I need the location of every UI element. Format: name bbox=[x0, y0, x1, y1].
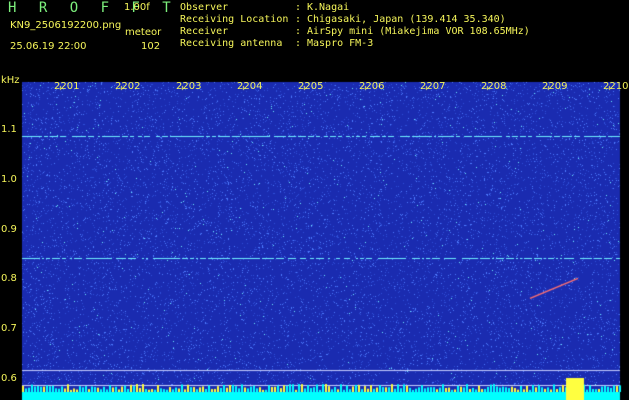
header-panel: H R O F F T 1.00f KN9_2506192200.png met… bbox=[0, 0, 629, 72]
info-row-receiver: Receiver: AirSpy mini (Miakejima VOR 108.… bbox=[180, 26, 530, 37]
mode-label: meteor bbox=[125, 27, 162, 38]
y-tick-label: 1.0 bbox=[1, 173, 17, 185]
y-tick-label: 1.1 bbox=[1, 124, 17, 135]
y-tick-label: 0.8 bbox=[1, 273, 17, 285]
x-tick-label: 2202 bbox=[115, 81, 141, 92]
datetime-label: 25.06.19 22:00 bbox=[10, 41, 87, 52]
x-tick-label: 2205 bbox=[298, 81, 324, 92]
y-tick-label: 0.6 bbox=[1, 373, 17, 384]
y-axis-unit: kHz bbox=[1, 75, 20, 86]
y-tick-label: 0.9 bbox=[1, 223, 17, 235]
x-tick-label: 2204 bbox=[237, 81, 263, 92]
x-tick-label: 2203 bbox=[176, 81, 202, 92]
info-block: Observer: K.Nagai Receiving Location: Chig… bbox=[180, 2, 530, 50]
info-row-antenna: Receiving antenna: Maspro FM-3 bbox=[180, 38, 374, 49]
x-tick-label: 2201 bbox=[54, 81, 80, 92]
x-tick-label: 2208 bbox=[481, 81, 507, 92]
x-tick-label: 2207 bbox=[420, 81, 446, 92]
app-title: H R O F F T bbox=[8, 0, 178, 16]
filename-label: KN9_2506192200.png bbox=[10, 20, 122, 31]
count-label: 102 bbox=[141, 41, 161, 52]
info-row-observer: Observer: K.Nagai bbox=[180, 2, 350, 13]
y-tick-label: 0.7 bbox=[1, 323, 17, 335]
x-tick-label: 2206 bbox=[359, 81, 385, 92]
info-row-location: Receiving Location: Chigasaki, Japan (139… bbox=[180, 14, 506, 25]
spectrogram-canvas bbox=[0, 74, 629, 400]
x-tick-label: 2209 bbox=[542, 81, 568, 92]
version-label: 1.00f bbox=[124, 2, 150, 13]
x-tick-label: 2210 bbox=[603, 81, 629, 92]
